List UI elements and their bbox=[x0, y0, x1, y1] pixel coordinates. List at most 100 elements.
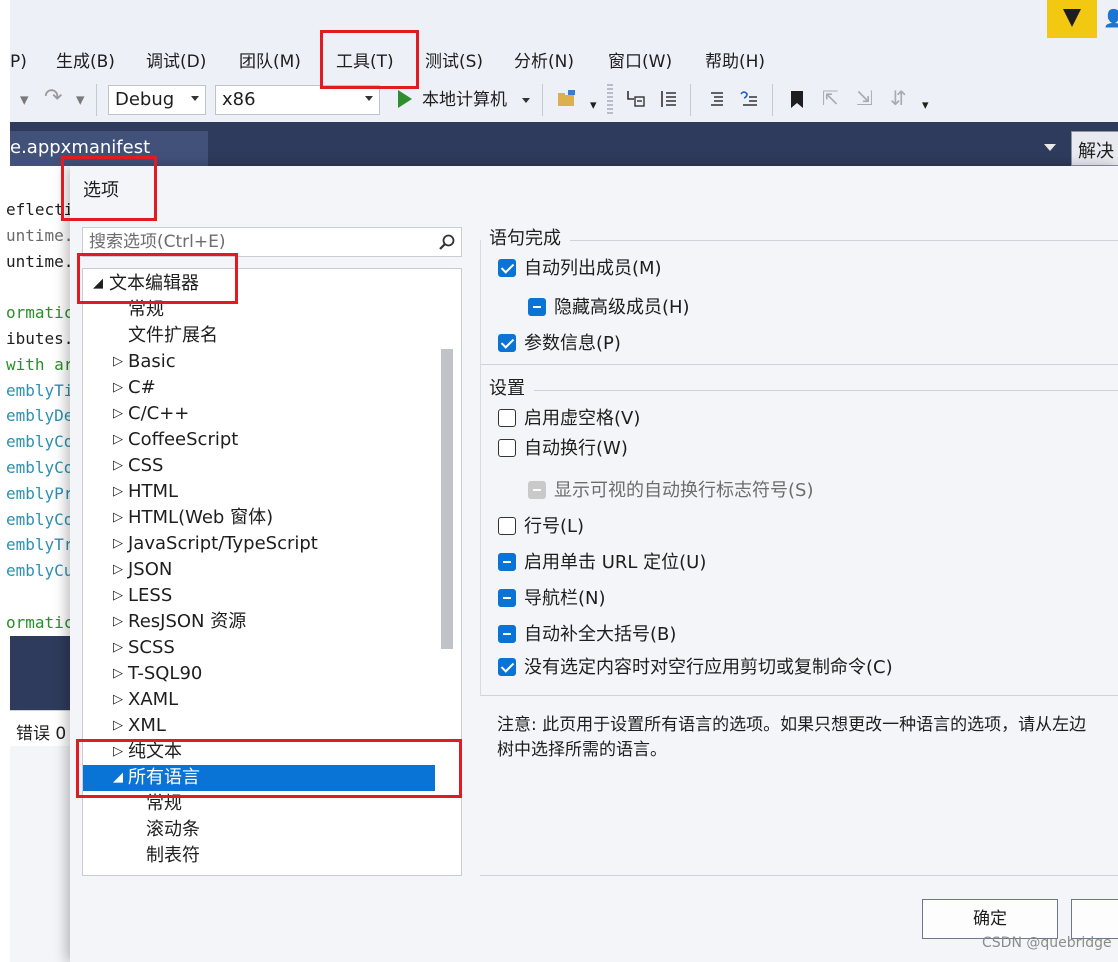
tree-item[interactable]: ▷ C# bbox=[83, 375, 435, 401]
tree-item-label: Basic bbox=[128, 351, 176, 372]
previous-bookmark-icon[interactable]: ⇱ bbox=[822, 86, 839, 110]
expand-arrow-icon[interactable]: ▷ bbox=[113, 479, 123, 505]
undo-dropdown-icon[interactable]: ▾ bbox=[20, 88, 29, 112]
expand-arrow-icon[interactable]: ▷ bbox=[113, 583, 123, 609]
options-search-input[interactable] bbox=[89, 231, 429, 253]
feedback-logo-icon[interactable] bbox=[1047, 0, 1097, 38]
option-checkbox[interactable]: 自动补全大括号(B) bbox=[498, 623, 1098, 647]
expand-arrow-icon[interactable]: ▷ bbox=[113, 375, 123, 401]
menu-item[interactable]: 窗口(W) bbox=[608, 50, 672, 74]
error-count[interactable]: 错误 0 bbox=[16, 719, 66, 744]
menu-item[interactable]: 调试(D) bbox=[146, 50, 206, 74]
checkbox-unchecked-icon[interactable] bbox=[498, 409, 516, 427]
checkbox-unchecked-icon[interactable] bbox=[498, 517, 516, 535]
expand-arrow-icon[interactable]: ▷ bbox=[113, 661, 123, 687]
menu-item[interactable]: 团队(M) bbox=[239, 50, 301, 74]
outline-icon[interactable] bbox=[658, 88, 680, 110]
tree-item[interactable]: ▷ XAML bbox=[83, 687, 435, 713]
option-checkbox[interactable]: 没有选定内容时对空行应用剪切或复制命令(C) bbox=[498, 656, 1098, 680]
checkbox-indeterminate-icon[interactable] bbox=[498, 589, 516, 607]
clear-bookmarks-icon[interactable]: ⇵ bbox=[890, 86, 907, 110]
tree-item[interactable]: ▷ LESS bbox=[83, 583, 435, 609]
solution-explorer-tab[interactable]: 解决 bbox=[1071, 131, 1118, 166]
tree-item[interactable]: ▷ T-SQL90 bbox=[83, 661, 435, 687]
option-checkbox[interactable]: 导航栏(N) bbox=[498, 587, 1098, 611]
ok-button[interactable]: 确定 bbox=[922, 899, 1058, 939]
menu-item[interactable]: P) bbox=[10, 50, 27, 74]
option-checkbox[interactable]: 启用虚空格(V) bbox=[498, 407, 1098, 431]
step-into-icon[interactable] bbox=[624, 88, 646, 110]
cancel-button[interactable] bbox=[1071, 899, 1118, 939]
option-checkbox[interactable]: 隐藏高级成员(H) bbox=[528, 296, 1118, 320]
tool-window-header bbox=[10, 636, 70, 710]
tree-item-label: HTML(Web 窗体) bbox=[128, 507, 274, 528]
account-icon[interactable]: 👤 bbox=[1103, 8, 1118, 30]
tree-item-label: JavaScript/TypeScript bbox=[128, 533, 318, 554]
tree-item[interactable]: ▷ ResJSON 资源 bbox=[83, 609, 435, 635]
tree-item[interactable]: 滚动条 bbox=[83, 817, 435, 843]
expand-arrow-icon[interactable]: ▷ bbox=[113, 557, 123, 583]
tree-item-label: CoffeeScript bbox=[128, 429, 239, 450]
option-checkbox[interactable]: 自动列出成员(M) bbox=[498, 257, 1098, 281]
toolbar-overflow-icon[interactable]: ▾ bbox=[590, 94, 597, 118]
checkbox-checked-icon[interactable] bbox=[498, 259, 516, 277]
checkbox-indeterminate-icon[interactable] bbox=[498, 625, 516, 643]
checkbox-checked-icon[interactable] bbox=[498, 658, 516, 676]
uncomment-lines-icon[interactable] bbox=[738, 88, 760, 110]
option-checkbox[interactable]: 参数信息(P) bbox=[498, 332, 1098, 356]
expand-arrow-icon[interactable]: ▷ bbox=[113, 453, 123, 479]
checkbox-checked-icon[interactable] bbox=[498, 334, 516, 352]
options-note-line: 注意: 此页用于设置所有语言的选项。如果只想更改一种语言的选项，请从左边 bbox=[497, 715, 1087, 735]
option-label: 自动换行(W) bbox=[524, 438, 628, 459]
code-line: emblyTr bbox=[6, 535, 70, 555]
start-debug-button[interactable]: 本地计算机 bbox=[422, 88, 507, 112]
option-label: 隐藏高级成员(H) bbox=[554, 297, 690, 318]
menu-item[interactable]: 测试(S) bbox=[425, 50, 483, 74]
tree-item[interactable]: ▷ SCSS bbox=[83, 635, 435, 661]
toolbar-grip[interactable] bbox=[607, 84, 613, 116]
tree-item[interactable]: ▷ HTML(Web 窗体) bbox=[83, 505, 435, 531]
expand-arrow-icon[interactable]: ▷ bbox=[113, 401, 123, 427]
platform-select[interactable]: x86 bbox=[215, 85, 380, 115]
expand-arrow-icon[interactable]: ▷ bbox=[113, 687, 123, 713]
tree-item[interactable]: ▷ JavaScript/TypeScript bbox=[83, 531, 435, 557]
solution-config-select[interactable]: Debug bbox=[108, 85, 206, 115]
tree-item[interactable]: 制表符 bbox=[83, 843, 435, 869]
expand-arrow-icon[interactable]: ▷ bbox=[113, 531, 123, 557]
comment-lines-icon[interactable] bbox=[706, 88, 728, 110]
tree-item[interactable]: ▷ CSS bbox=[83, 453, 435, 479]
menu-item[interactable]: 分析(N) bbox=[514, 50, 574, 74]
tree-item[interactable]: ▷ C/C++ bbox=[83, 401, 435, 427]
tree-item[interactable]: ▷ HTML bbox=[83, 479, 435, 505]
start-debug-play-icon[interactable] bbox=[398, 90, 412, 108]
redo-dropdown-icon[interactable]: ▾ bbox=[76, 88, 85, 112]
expand-arrow-icon[interactable]: ▷ bbox=[113, 505, 123, 531]
checkbox-unchecked-icon[interactable] bbox=[498, 439, 516, 457]
tab-list-dropdown-icon[interactable] bbox=[1044, 144, 1056, 151]
option-checkbox[interactable]: 启用单击 URL 定位(U) bbox=[498, 551, 1098, 575]
next-bookmark-icon[interactable]: ⇲ bbox=[856, 86, 873, 110]
expand-arrow-icon[interactable]: ▷ bbox=[113, 427, 123, 453]
menu-item[interactable]: 生成(B) bbox=[56, 50, 115, 74]
tree-scrollbar-thumb[interactable] bbox=[441, 349, 453, 649]
redo-icon[interactable]: ↷ bbox=[44, 86, 62, 110]
menu-item[interactable]: 帮助(H) bbox=[705, 50, 765, 74]
run-target-dropdown-icon[interactable] bbox=[522, 98, 530, 103]
option-checkbox[interactable]: 行号(L) bbox=[498, 515, 1098, 539]
search-icon[interactable] bbox=[438, 233, 456, 251]
expand-arrow-icon[interactable]: ▷ bbox=[113, 713, 123, 739]
tree-item[interactable]: ▷ CoffeeScript bbox=[83, 427, 435, 453]
tree-item[interactable]: ▷ JSON bbox=[83, 557, 435, 583]
expand-arrow-icon[interactable]: ▷ bbox=[113, 635, 123, 661]
browse-folder-icon[interactable] bbox=[556, 88, 578, 110]
expand-arrow-icon[interactable]: ▷ bbox=[113, 349, 123, 375]
expand-arrow-icon[interactable]: ▷ bbox=[113, 609, 123, 635]
bookmark-icon[interactable] bbox=[786, 88, 808, 110]
toolbar-overflow-icon[interactable]: ▾ bbox=[922, 94, 929, 118]
option-checkbox[interactable]: 自动换行(W) bbox=[498, 437, 1098, 461]
checkbox-indeterminate-icon[interactable] bbox=[528, 298, 546, 316]
tree-item[interactable]: ▷ XML bbox=[83, 713, 435, 739]
tree-item[interactable]: 文件扩展名 bbox=[83, 323, 435, 349]
tree-item[interactable]: ▷ Basic bbox=[83, 349, 435, 375]
checkbox-indeterminate-icon[interactable] bbox=[498, 553, 516, 571]
